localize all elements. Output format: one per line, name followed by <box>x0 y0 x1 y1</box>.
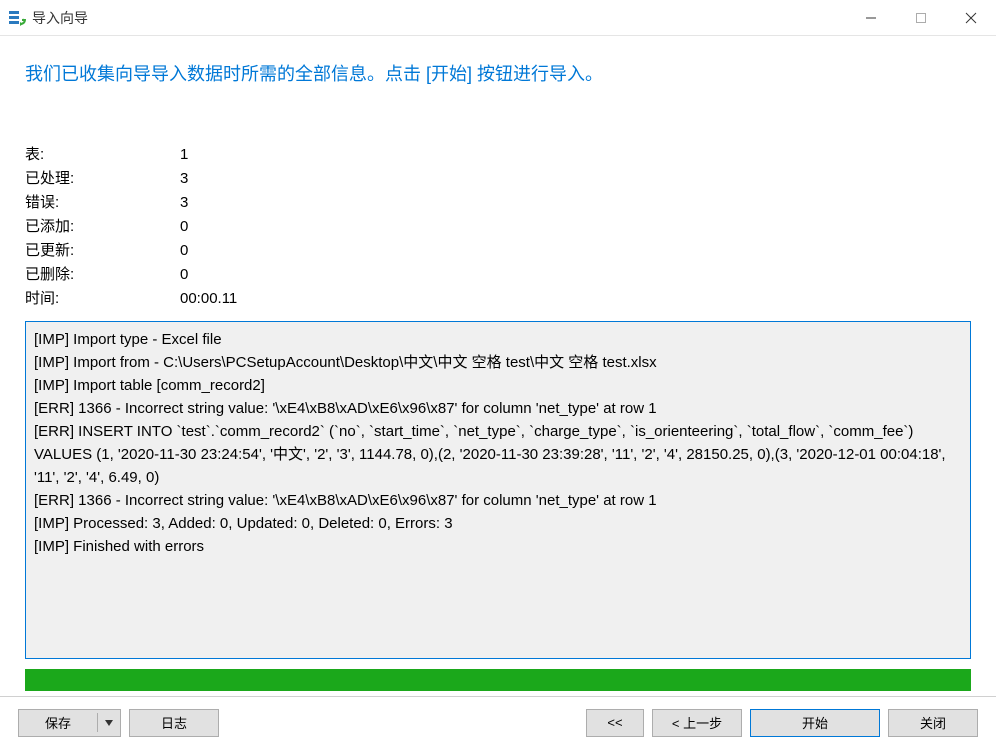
log-line: [IMP] Import table [comm_record2] <box>34 374 962 397</box>
log-line: [IMP] Import from - C:\Users\PCSetupAcco… <box>34 351 962 374</box>
stats-table: 表: 1 已处理: 3 错误: 3 已添加: 0 已更新: 0 已删除: 0 时… <box>25 143 971 311</box>
stats-label: 表: <box>25 143 180 167</box>
close-button[interactable] <box>946 0 996 36</box>
stats-label: 已更新: <box>25 239 180 263</box>
stats-row-table: 表: 1 <box>25 143 971 167</box>
title-bar: 导入向导 <box>0 0 996 36</box>
stats-row-deleted: 已删除: 0 <box>25 263 971 287</box>
save-button-label: 保存 <box>19 713 98 732</box>
stats-label: 错误: <box>25 191 180 215</box>
stats-value: 1 <box>180 143 971 167</box>
stats-row-processed: 已处理: 3 <box>25 167 971 191</box>
progress-bar <box>25 669 971 691</box>
page-instruction: 我们已收集向导导入数据时所需的全部信息。点击 [开始] 按钮进行导入。 <box>25 61 971 88</box>
footer: 保存 日志 << < 上一步 开始 关闭 <box>0 696 996 748</box>
log-line: [IMP] Processed: 3, Added: 0, Updated: 0… <box>34 512 962 535</box>
maximize-button[interactable] <box>896 0 946 36</box>
content-area: 我们已收集向导导入数据时所需的全部信息。点击 [开始] 按钮进行导入。 表: 1… <box>0 36 996 696</box>
minimize-button[interactable] <box>846 0 896 36</box>
window-title: 导入向导 <box>32 8 88 28</box>
stats-value: 00:00.11 <box>180 287 971 311</box>
titlebar-left: 导入向导 <box>8 8 88 28</box>
log-button[interactable]: 日志 <box>129 709 219 737</box>
stats-row-updated: 已更新: 0 <box>25 239 971 263</box>
start-button[interactable]: 开始 <box>750 709 880 737</box>
app-icon <box>8 9 26 27</box>
log-line: [ERR] 1366 - Incorrect string value: '\x… <box>34 397 962 420</box>
save-button[interactable]: 保存 <box>18 709 121 737</box>
stats-row-added: 已添加: 0 <box>25 215 971 239</box>
log-line: [IMP] Import type - Excel file <box>34 328 962 351</box>
log-line: [ERR] INSERT INTO `test`.`comm_record2` … <box>34 420 962 489</box>
stats-value: 0 <box>180 263 971 287</box>
stats-row-errors: 错误: 3 <box>25 191 971 215</box>
previous-button[interactable]: < 上一步 <box>652 709 742 737</box>
dropdown-arrow-icon[interactable] <box>98 720 120 726</box>
stats-label: 时间: <box>25 287 180 311</box>
window-controls <box>846 0 996 36</box>
log-textarea[interactable]: [IMP] Import type - Excel file [IMP] Imp… <box>25 321 971 659</box>
first-page-button[interactable]: << <box>586 709 644 737</box>
log-line: [IMP] Finished with errors <box>34 535 962 558</box>
stats-row-time: 时间: 00:00.11 <box>25 287 971 311</box>
stats-label: 已添加: <box>25 215 180 239</box>
stats-value: 0 <box>180 239 971 263</box>
stats-value: 3 <box>180 191 971 215</box>
log-line: [ERR] 1366 - Incorrect string value: '\x… <box>34 489 962 512</box>
close-dialog-button[interactable]: 关闭 <box>888 709 978 737</box>
stats-label: 已处理: <box>25 167 180 191</box>
stats-value: 0 <box>180 215 971 239</box>
stats-value: 3 <box>180 167 971 191</box>
stats-label: 已删除: <box>25 263 180 287</box>
